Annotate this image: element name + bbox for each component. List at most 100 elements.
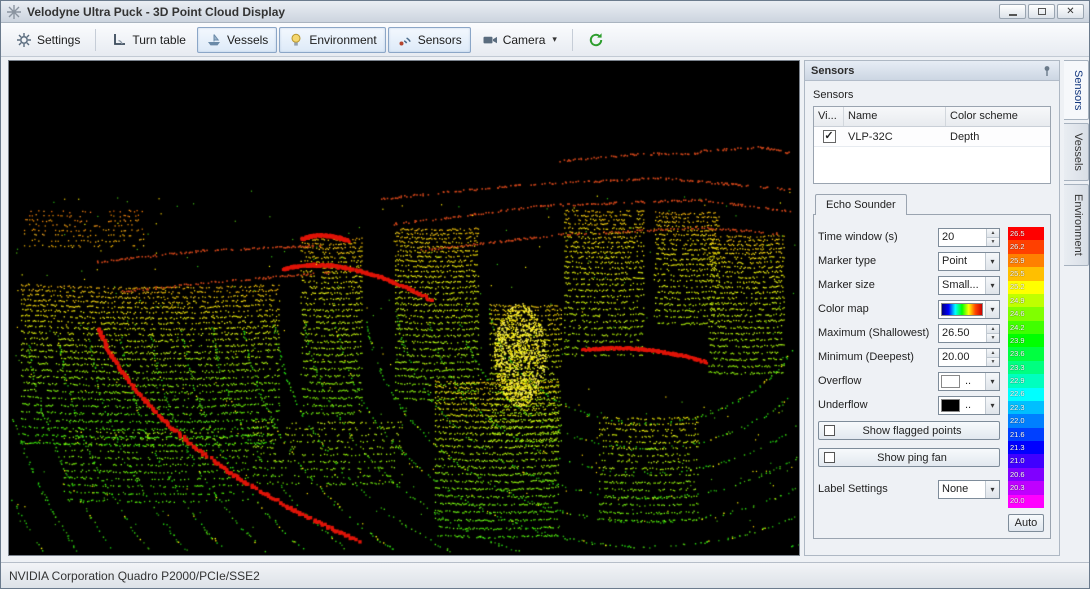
point-cloud-canvas[interactable] [9,61,799,555]
toolbar-separator [95,29,96,51]
maximum-input[interactable]: 26.50 ▲▼ [938,324,1000,343]
show-ping-fan-button[interactable]: Show ping fan [818,448,1000,467]
color-map-row: Color map ▾ [818,297,1000,321]
spin-down-button[interactable]: ▼ [987,357,999,366]
pin-icon[interactable] [1041,65,1053,77]
status-text: NVIDIA Corporation Quadro P2000/PCIe/SSE… [9,569,260,583]
app-window: Velodyne Ultra Puck - 3D Point Cloud Dis… [0,0,1090,589]
marker-type-row: Marker type Point ▾ [818,249,1000,273]
color-map-select[interactable]: ▾ [938,300,1000,319]
show-ping-fan-label: Show ping fan [835,452,999,464]
turn-table-button[interactable]: Turn table [102,27,195,53]
colorbar-tick: 22.9 [1008,374,1044,387]
spin-up-button[interactable]: ▲ [987,229,999,237]
colorbar-tick: 20.6 [1008,468,1044,481]
settings-button[interactable]: Settings [7,27,89,53]
sensor-table-header: Vi... Name Color scheme [814,107,1050,127]
colorbar-tick: 25.5 [1008,267,1044,280]
turn-table-label: Turn table [132,33,186,47]
sensors-section-label: Sensors [813,89,1051,101]
maximize-button[interactable] [1028,4,1055,19]
visible-checkbox[interactable]: ✓ [823,130,836,143]
flagged-checkbox [824,425,835,436]
color-map-preview [941,303,983,316]
chevron-down-icon[interactable]: ▾ [985,277,999,294]
spin-up-button[interactable]: ▲ [987,349,999,357]
dock-tab-vessels[interactable]: Vessels [1064,123,1089,181]
close-button[interactable]: ✕ [1057,4,1084,19]
tab-echo-sounder[interactable]: Echo Sounder [815,194,907,215]
table-row[interactable]: ✓ VLP-32C Depth [814,127,1050,147]
app-icon [6,4,22,20]
colorbar-tick: 25.9 [1008,254,1044,267]
panel-title: Sensors [811,65,854,77]
spin-down-button[interactable]: ▼ [987,333,999,342]
sensors-button[interactable]: Sensors [388,27,471,53]
minimum-input[interactable]: 20.00 ▲▼ [938,348,1000,367]
colorbar-tick: 20.3 [1008,481,1044,494]
refresh-button[interactable] [579,27,613,53]
color-map-label: Color map [818,303,938,315]
time-window-value: 20 [939,229,986,246]
toolbar-separator [572,29,573,51]
vessels-button[interactable]: Vessels [197,27,277,53]
lightbulb-icon [288,32,304,48]
vessels-label: Vessels [227,33,268,47]
overflow-label: Overflow [818,375,938,387]
environment-button[interactable]: Environment [279,27,385,53]
show-flagged-points-button[interactable]: Show flagged points [818,421,1000,440]
vessel-icon [206,32,222,48]
colorbar-tick: 20.0 [1008,495,1044,508]
window-title: Velodyne Ultra Puck - 3D Point Cloud Dis… [27,5,285,19]
sensor-name: VLP-32C [844,131,946,143]
echo-sounder-form: Time window (s) 20 ▲▼ Marker type Point … [818,225,1000,532]
label-settings-select[interactable]: None ▾ [938,480,1000,499]
chevron-down-icon[interactable]: ▾ [985,397,999,414]
dock-tab-sensors[interactable]: Sensors [1064,60,1089,120]
overflow-select[interactable]: .. ▾ [938,372,1000,391]
minimize-button[interactable] [999,4,1026,19]
sensor-table: Vi... Name Color scheme ✓ VLP-32C Depth [813,106,1051,184]
colorbar-tick: 25.2 [1008,281,1044,294]
settings-label: Settings [37,33,80,47]
colorbar: 26.526.225.925.525.224.924.624.223.923.6… [1008,227,1044,508]
colorbar-tick: 22.3 [1008,401,1044,414]
toolbar: Settings Turn table Vessels Environment [1,23,1089,57]
column-header-name[interactable]: Name [844,107,946,126]
chevron-down-icon[interactable]: ▾ [985,301,999,318]
sensors-panel-body: Sensors Vi... Name Color scheme ✓ VLP-32… [805,81,1059,555]
underflow-swatch [941,399,960,412]
colorbar-tick: 26.2 [1008,240,1044,253]
ping-fan-checkbox [824,452,835,463]
marker-type-label: Marker type [818,255,938,267]
status-bar: NVIDIA Corporation Quadro P2000/PCIe/SSE… [1,562,1089,588]
underflow-suffix: .. [962,397,985,414]
environment-label: Environment [309,33,376,47]
camera-button[interactable]: Camera ▾ [473,27,566,53]
marker-type-select[interactable]: Point ▾ [938,252,1000,271]
spin-down-button[interactable]: ▼ [987,237,999,246]
dock-tab-strip: Sensors Vessels Environment [1064,60,1089,556]
spin-up-button[interactable]: ▲ [987,325,999,333]
marker-size-label: Marker size [818,279,938,291]
chevron-down-icon[interactable]: ▾ [985,481,999,498]
column-header-color-scheme[interactable]: Color scheme [946,107,1050,126]
time-window-input[interactable]: 20 ▲▼ [938,228,1000,247]
sensors-panel: Sensors Sensors Vi... Name Color scheme [804,60,1060,556]
dock-tab-environment[interactable]: Environment [1064,184,1089,266]
colorbar-tick: 22.6 [1008,388,1044,401]
underflow-label: Underflow [818,399,938,411]
sensors-panel-header: Sensors [805,61,1059,81]
chevron-down-icon[interactable]: ▾ [985,253,999,270]
auto-button[interactable]: Auto [1008,514,1044,532]
marker-type-value: Point [939,253,985,270]
chevron-down-icon[interactable]: ▾ [985,373,999,390]
marker-size-select[interactable]: Small... ▾ [938,276,1000,295]
refresh-icon [588,32,604,48]
sensor-color-scheme: Depth [946,131,1050,143]
column-header-visible[interactable]: Vi... [814,107,844,126]
underflow-select[interactable]: .. ▾ [938,396,1000,415]
colorbar-tick: 24.2 [1008,321,1044,334]
titlebar: Velodyne Ultra Puck - 3D Point Cloud Dis… [1,1,1089,23]
colorbar-tick: 23.3 [1008,361,1044,374]
